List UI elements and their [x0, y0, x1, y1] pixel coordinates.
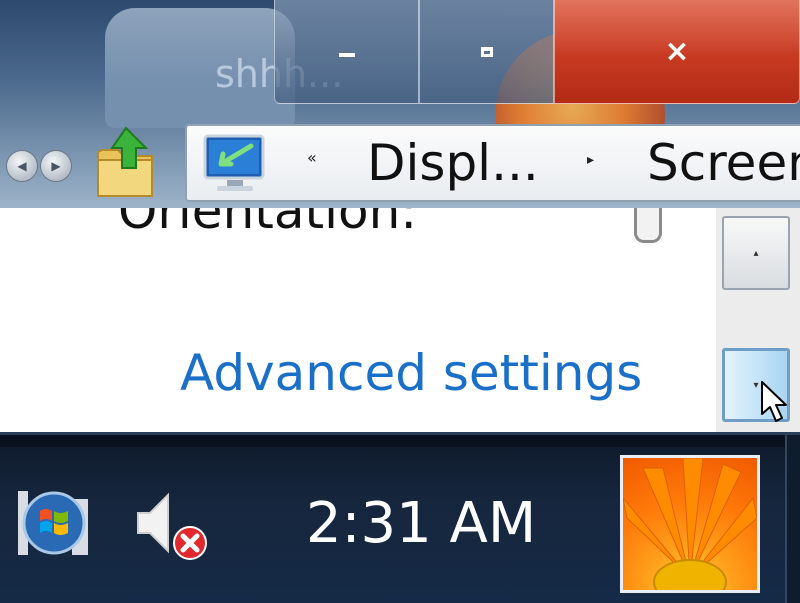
- close-icon: ×: [664, 34, 690, 69]
- maximize-icon: [480, 46, 493, 57]
- orientation-label: Orientation:: [118, 208, 418, 240]
- show-desktop-button[interactable]: [785, 435, 800, 603]
- back-button[interactable]: ◀: [6, 150, 38, 182]
- advanced-settings-link[interactable]: Advanced settings: [180, 344, 642, 402]
- windows-start-orb-icon[interactable]: [16, 487, 92, 563]
- taskbar: 2:31 AM: [0, 432, 800, 603]
- window-thumbnail-flower[interactable]: [620, 455, 760, 593]
- maximize-button[interactable]: [419, 0, 554, 104]
- flower-image: [623, 458, 757, 590]
- window-caption-buttons: ×: [274, 0, 800, 106]
- scroll-up-button[interactable]: ▴: [722, 216, 790, 290]
- minimize-icon: [338, 52, 355, 57]
- folder-up-icon[interactable]: [94, 122, 158, 200]
- display-settings-icon: [203, 134, 265, 191]
- resolution-slider-handle[interactable]: [634, 208, 662, 243]
- breadcrumb-item-screen[interactable]: Screen: [647, 134, 800, 192]
- forward-button[interactable]: ▶: [40, 150, 72, 182]
- content-pane: Orientation: Advanced settings ▴ ▾: [0, 208, 800, 432]
- back-arrow-icon: ◀: [17, 159, 27, 173]
- breadcrumb-overflow-icon[interactable]: «: [307, 148, 317, 167]
- forward-arrow-icon: ▶: [51, 159, 61, 173]
- scroll-up-icon: ▴: [753, 247, 759, 259]
- minimize-button[interactable]: [274, 0, 419, 104]
- navigation-bar: ◀ ▶ « Displ... ▸ Screen: [0, 112, 800, 208]
- breadcrumb-separator-icon[interactable]: ▸: [587, 152, 594, 168]
- taskbar-clock[interactable]: 2:31 AM: [306, 491, 536, 556]
- mouse-cursor-icon: [761, 381, 787, 422]
- breadcrumb-item-display[interactable]: Displ...: [367, 134, 539, 192]
- scroll-down-icon: ▾: [753, 379, 759, 391]
- close-button[interactable]: ×: [554, 0, 800, 104]
- address-bar[interactable]: « Displ... ▸ Screen: [185, 124, 800, 202]
- speaker-muted-icon[interactable]: [132, 489, 212, 563]
